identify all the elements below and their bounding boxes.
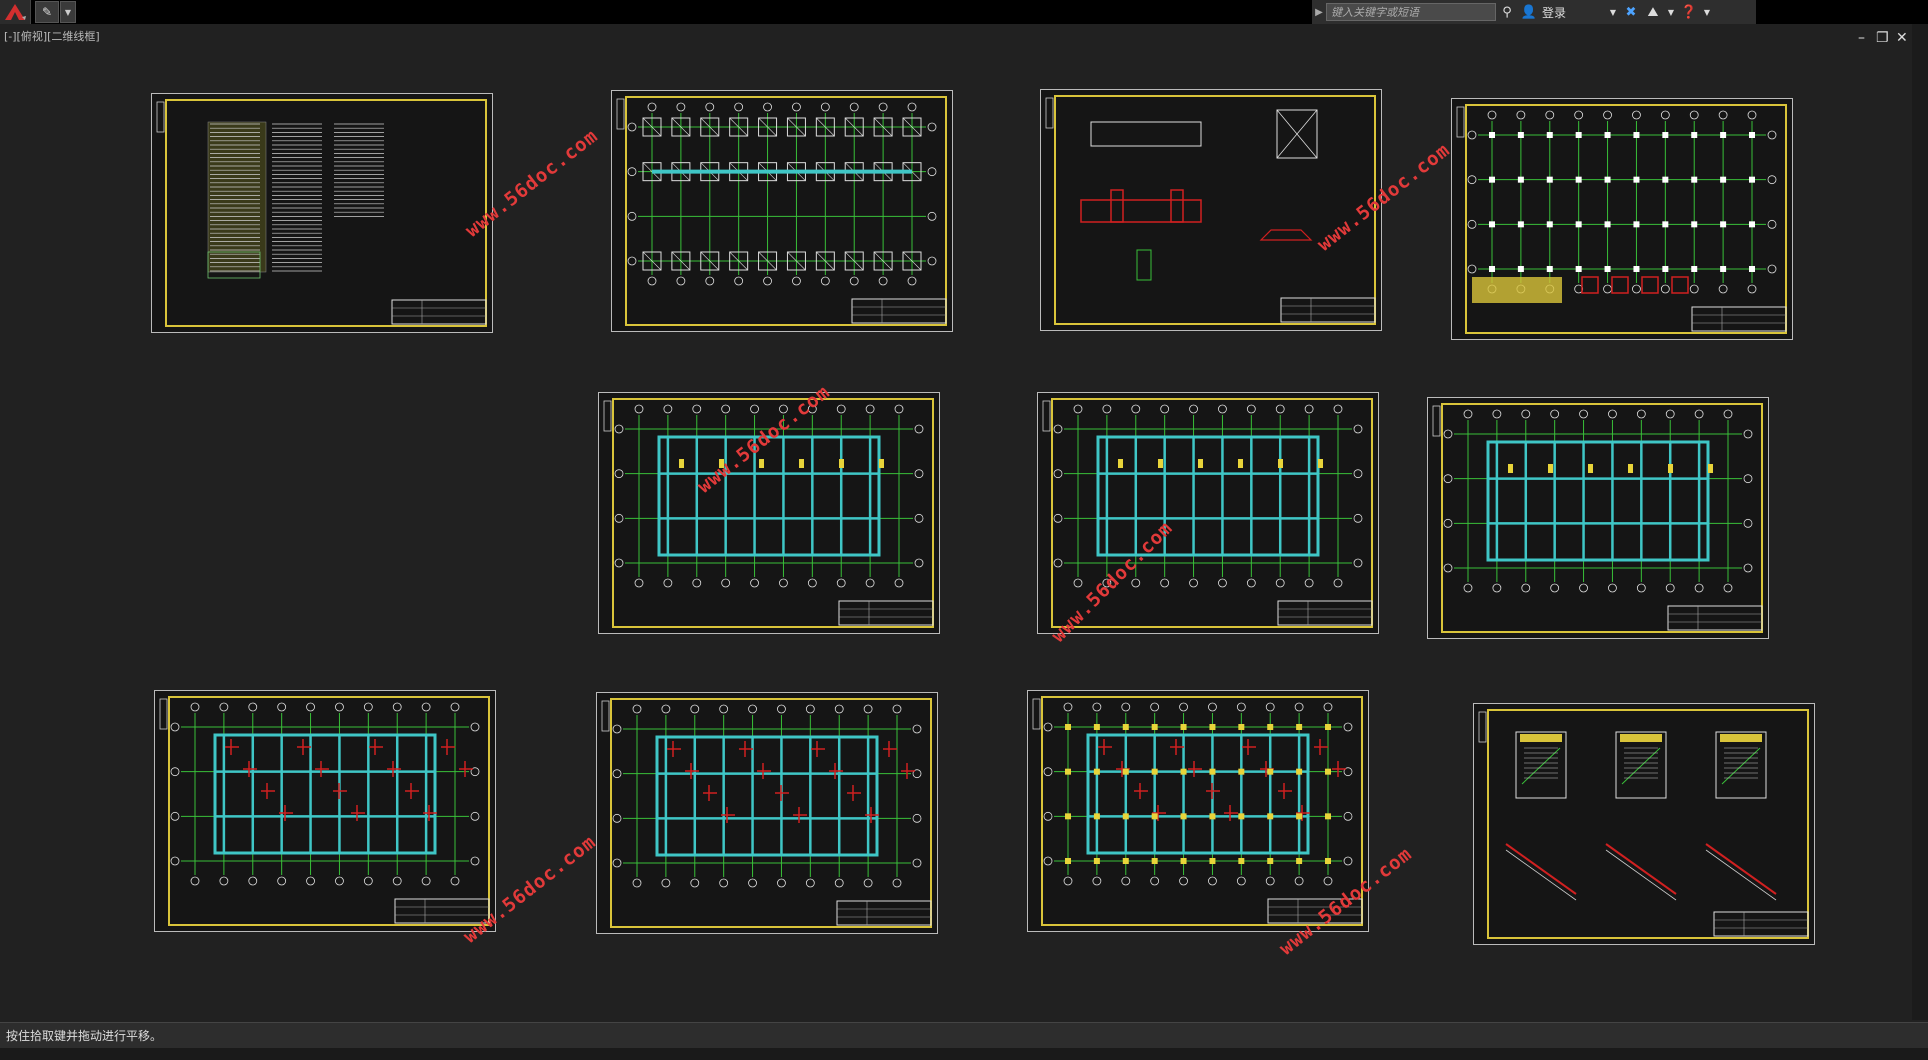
qat-dropdown-icon[interactable]: ▼ — [60, 1, 76, 23]
quick-access-toolbar: ✎ ▼ — [0, 0, 76, 24]
drawing-sheet-column-plan[interactable] — [1451, 98, 1793, 340]
vertical-scrollbar[interactable] — [1912, 24, 1928, 1020]
workspace-icon[interactable]: ✎ — [35, 1, 59, 23]
help-icon[interactable]: ❓ — [1678, 1, 1700, 23]
close-icon[interactable]: ✕ — [1896, 30, 1908, 46]
sheet-drawing — [156, 99, 487, 327]
sheet-drawing — [1032, 696, 1363, 926]
drawing-sheet-beam-plan-3[interactable] — [1427, 397, 1769, 639]
restore-icon[interactable]: ❐ — [1876, 30, 1889, 46]
infocenter-toolbar: ▶ 键入关键字或短语 ⚲ 👤 登录 ▼ ✖ ⛰ ▼ ❓ ▼ — [1312, 0, 1756, 24]
sheet-drawing — [1045, 95, 1376, 325]
autodesk-a360-icon[interactable]: ⛰ — [1642, 1, 1664, 23]
search-input[interactable]: 键入关键字或短语 — [1326, 3, 1496, 21]
drawing-sheet-design-notes[interactable] — [151, 93, 493, 333]
viewport-controls-label[interactable]: [-][俯视][二维线框] — [4, 28, 100, 44]
app-logo-icon — [5, 4, 26, 20]
chevron-down-icon[interactable]: ▼ — [1606, 1, 1620, 23]
drawing-sheet-foundation-details[interactable] — [1040, 89, 1382, 331]
exchange-icon[interactable]: ✖ — [1620, 1, 1642, 23]
drawing-sheet-slab-plan-3[interactable] — [1027, 690, 1369, 932]
bottom-bar — [0, 1048, 1928, 1060]
sheet-drawing — [616, 96, 947, 326]
minimize-icon[interactable]: – — [1858, 30, 1865, 46]
user-icon[interactable]: 👤 — [1518, 1, 1540, 23]
drawing-sheet-stair-details[interactable] — [1473, 703, 1815, 945]
command-line-status: 按住拾取键并拖动进行平移。 — [0, 1022, 1928, 1048]
sheet-drawing — [601, 698, 932, 928]
sheet-drawing — [1478, 709, 1809, 939]
drawing-sheet-slab-plan-1[interactable] — [154, 690, 496, 932]
binoculars-icon[interactable]: ⚲ — [1496, 1, 1518, 23]
expand-arrow-icon[interactable]: ▶ — [1312, 1, 1326, 23]
login-button[interactable]: 登录 — [1542, 4, 1606, 21]
drawing-sheet-slab-plan-2[interactable] — [596, 692, 938, 934]
sheet-drawing — [1432, 403, 1763, 633]
chevron-down-icon[interactable]: ▼ — [1664, 1, 1678, 23]
chevron-down-icon[interactable]: ▼ — [1700, 1, 1714, 23]
title-bar: ✎ ▼ ▶ 键入关键字或短语 ⚲ 👤 登录 ▼ ✖ ⛰ ▼ ❓ ▼ — [0, 0, 1928, 24]
sheet-drawing — [1456, 104, 1787, 334]
application-menu-button[interactable] — [0, 0, 31, 24]
sheet-drawing — [159, 696, 490, 926]
drawing-sheet-foundation-plan[interactable] — [611, 90, 953, 332]
